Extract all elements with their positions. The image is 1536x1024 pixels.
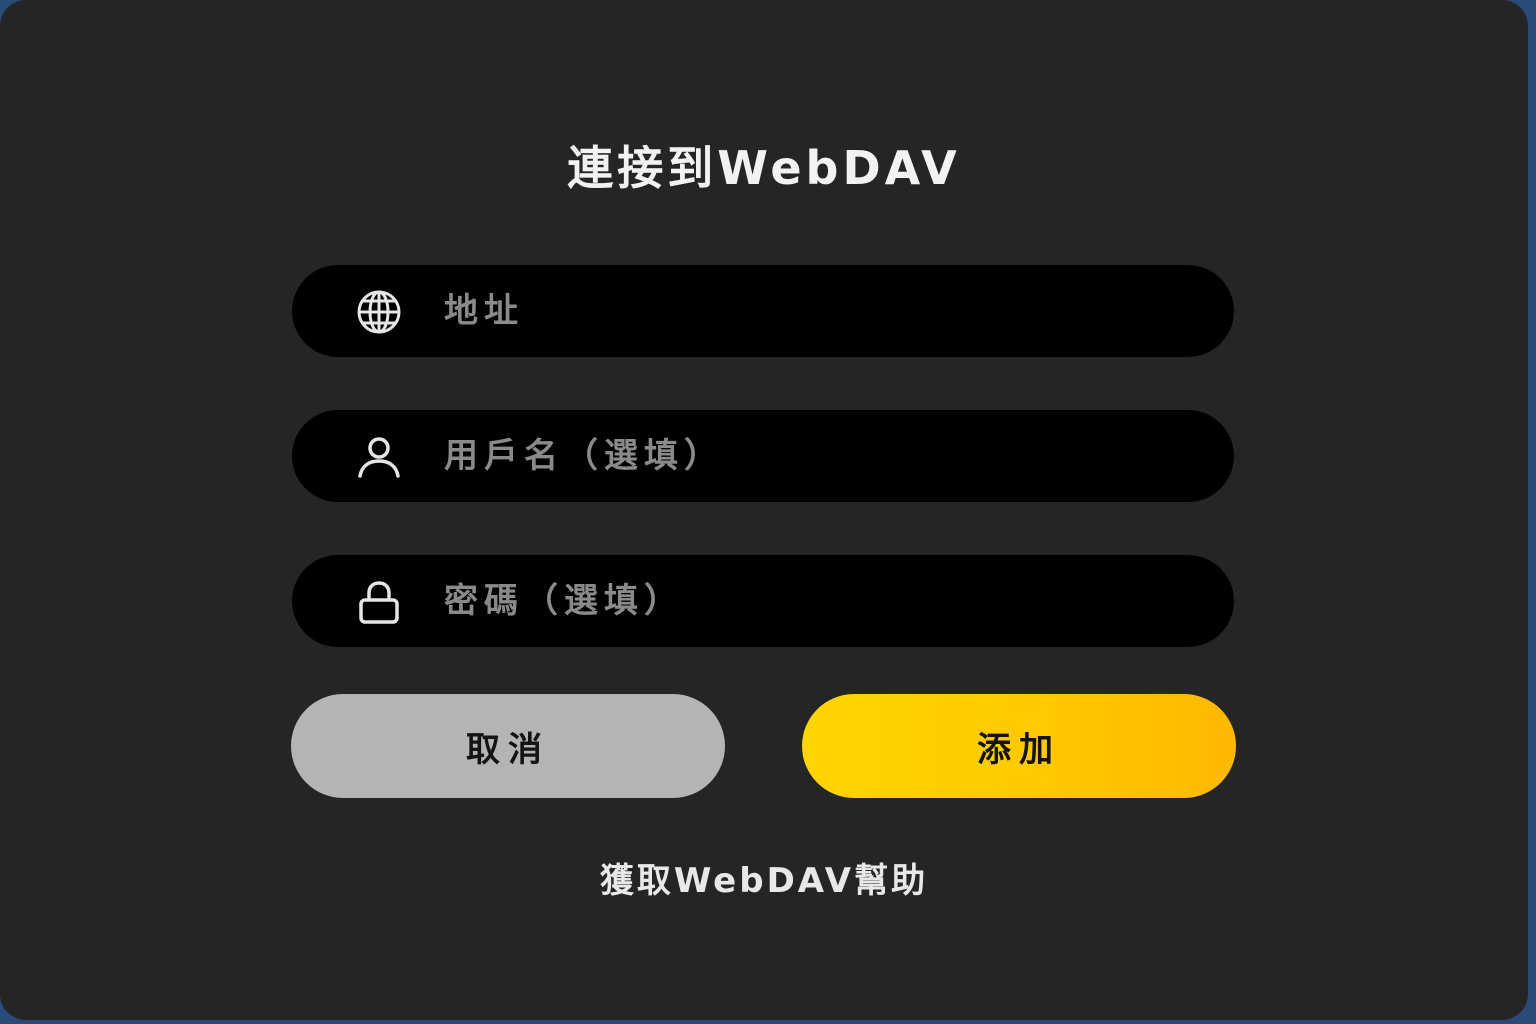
globe-icon — [354, 287, 404, 337]
address-placeholder: 地址 — [444, 291, 524, 331]
address-input[interactable]: 地址 — [292, 265, 1234, 357]
cancel-button[interactable]: 取消 — [291, 694, 725, 798]
password-input[interactable]: 密碼（選填） — [292, 555, 1234, 647]
add-button-label: 添加 — [977, 729, 1061, 770]
webdav-help-link[interactable]: 獲取WebDAV幫助 — [0, 856, 1528, 906]
username-input[interactable]: 用戶名（選填） — [292, 410, 1234, 502]
add-button[interactable]: 添加 — [802, 694, 1236, 798]
help-link-label[interactable]: 獲取WebDAV幫助 — [600, 861, 928, 901]
password-placeholder: 密碼（選填） — [444, 581, 684, 621]
username-placeholder: 用戶名（選填） — [444, 436, 724, 476]
lock-icon — [354, 577, 404, 627]
dialog-title: 連接到WebDAV — [567, 141, 961, 195]
webdav-connect-dialog: 連接到WebDAV 地址 用戶名（選填） 密碼（選填） 取消 添加 獲取WebD… — [0, 0, 1528, 1020]
cancel-button-label: 取消 — [466, 729, 550, 770]
user-icon — [354, 432, 404, 482]
